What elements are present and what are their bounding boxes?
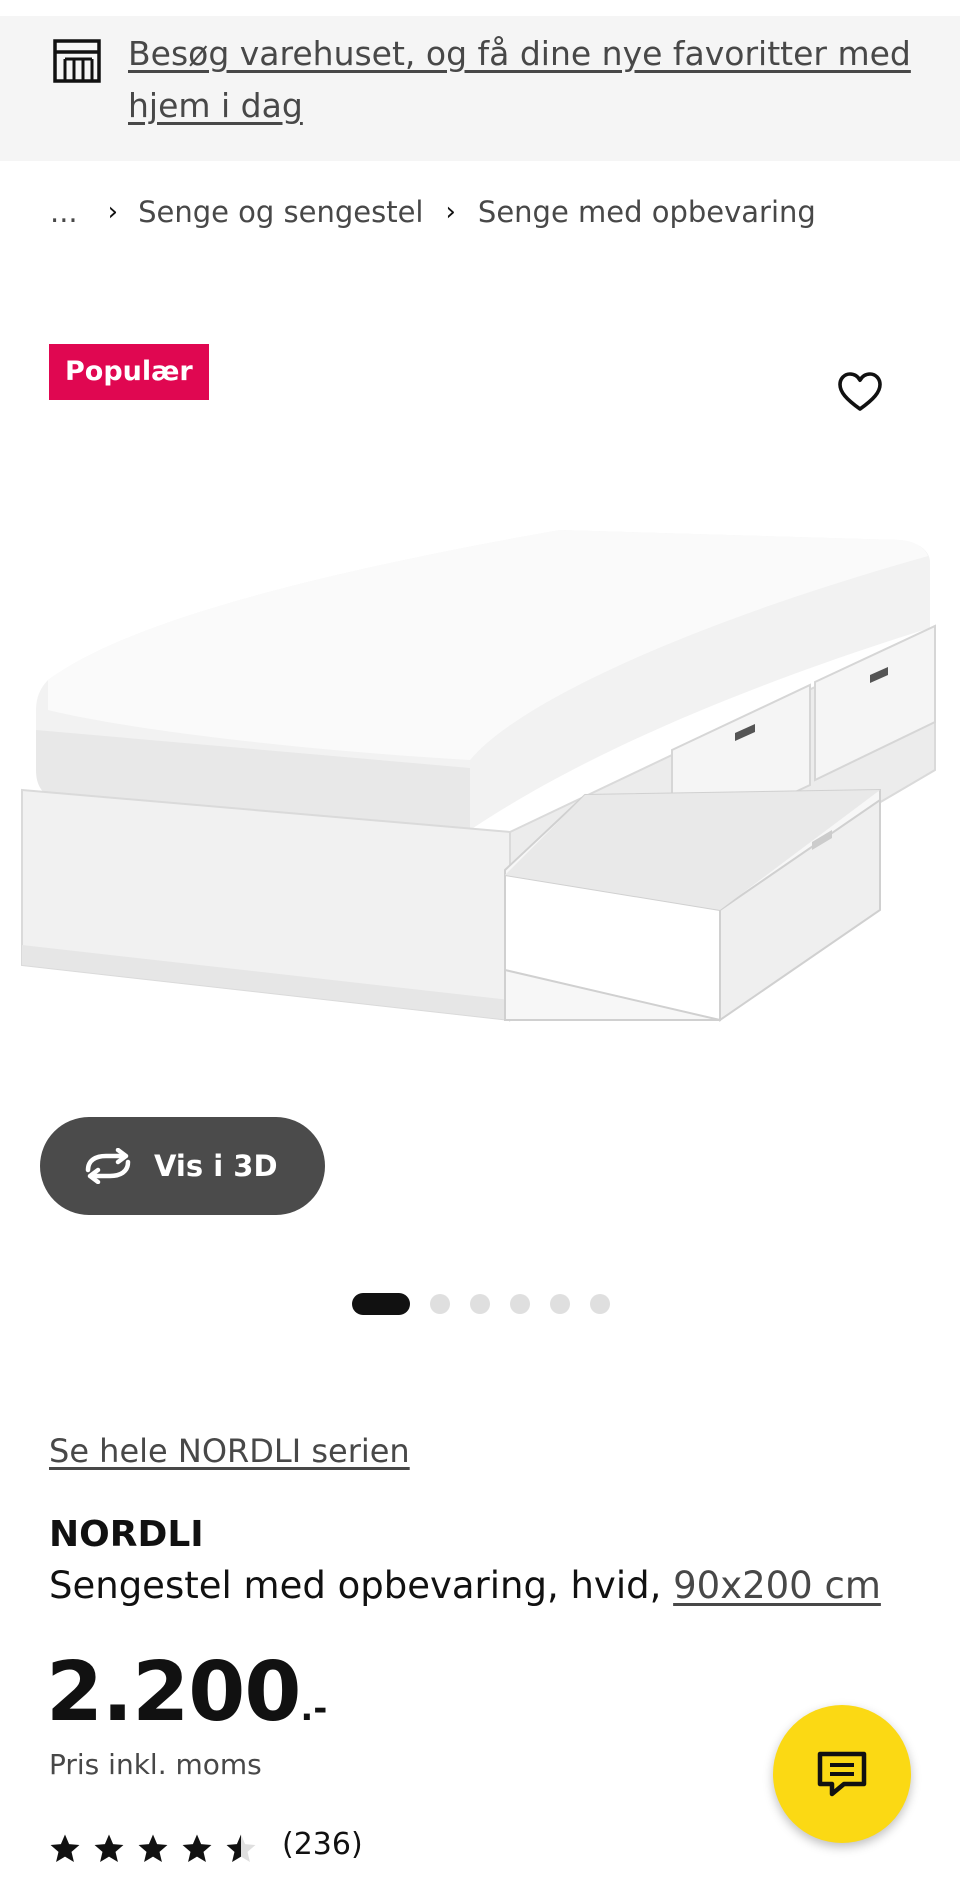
chevron-right-icon: ›	[445, 197, 456, 227]
price-amount: 2.200	[46, 1645, 301, 1740]
breadcrumb-item-storage-beds[interactable]: Senge med opbevaring	[478, 195, 816, 229]
price-suffix: .-	[300, 1689, 328, 1729]
store-banner[interactable]: Besøg varehuset, og få dine nye favoritt…	[0, 16, 960, 161]
popular-badge: Populær	[49, 344, 209, 400]
chat-button[interactable]	[773, 1705, 911, 1843]
chevron-right-icon: ›	[107, 197, 119, 227]
breadcrumb: ... › Senge og sengestel › Senge med opb…	[50, 192, 816, 232]
chat-bubble-icon	[817, 1751, 867, 1797]
carousel-dot-active[interactable]	[352, 1293, 410, 1315]
price-note: Pris inkl. moms	[49, 1748, 262, 1781]
carousel-dot[interactable]	[430, 1294, 450, 1314]
product-description: Sengestel med opbevaring, hvid, 90x200 c…	[49, 1564, 881, 1607]
rotate-arrows-icon	[85, 1148, 131, 1184]
product-price: 2.200.-	[46, 1645, 327, 1740]
carousel-dot[interactable]	[550, 1294, 570, 1314]
heart-outline-icon[interactable]	[836, 368, 884, 416]
size-link[interactable]: 90x200 cm	[673, 1564, 881, 1607]
series-link[interactable]: Se hele NORDLI serien	[49, 1432, 410, 1470]
star-half-icon	[226, 1834, 256, 1863]
review-count[interactable]: (236)	[282, 1827, 363, 1862]
rating-stars[interactable]	[48, 1832, 268, 1866]
view-3d-label: Vis i 3D	[154, 1149, 278, 1183]
store-icon	[53, 39, 101, 83]
carousel-dot[interactable]	[510, 1294, 530, 1314]
view-3d-button[interactable]: Vis i 3D	[40, 1117, 325, 1215]
carousel-dot[interactable]	[470, 1294, 490, 1314]
carousel-indicator	[352, 1293, 630, 1315]
product-image[interactable]	[0, 500, 960, 1120]
breadcrumb-item-beds[interactable]: Senge og sengestel	[138, 195, 423, 229]
star-full-icon	[182, 1834, 212, 1863]
breadcrumb-ellipsis[interactable]: ...	[50, 195, 78, 229]
star-full-icon	[50, 1834, 80, 1863]
star-full-icon	[94, 1834, 124, 1863]
carousel-dot[interactable]	[590, 1294, 610, 1314]
product-description-text: Sengestel med opbevaring, hvid,	[49, 1564, 674, 1607]
product-name: NORDLI	[49, 1514, 204, 1555]
store-banner-link[interactable]: Besøg varehuset, og få dine nye favoritt…	[128, 28, 918, 132]
star-full-icon	[138, 1834, 168, 1863]
